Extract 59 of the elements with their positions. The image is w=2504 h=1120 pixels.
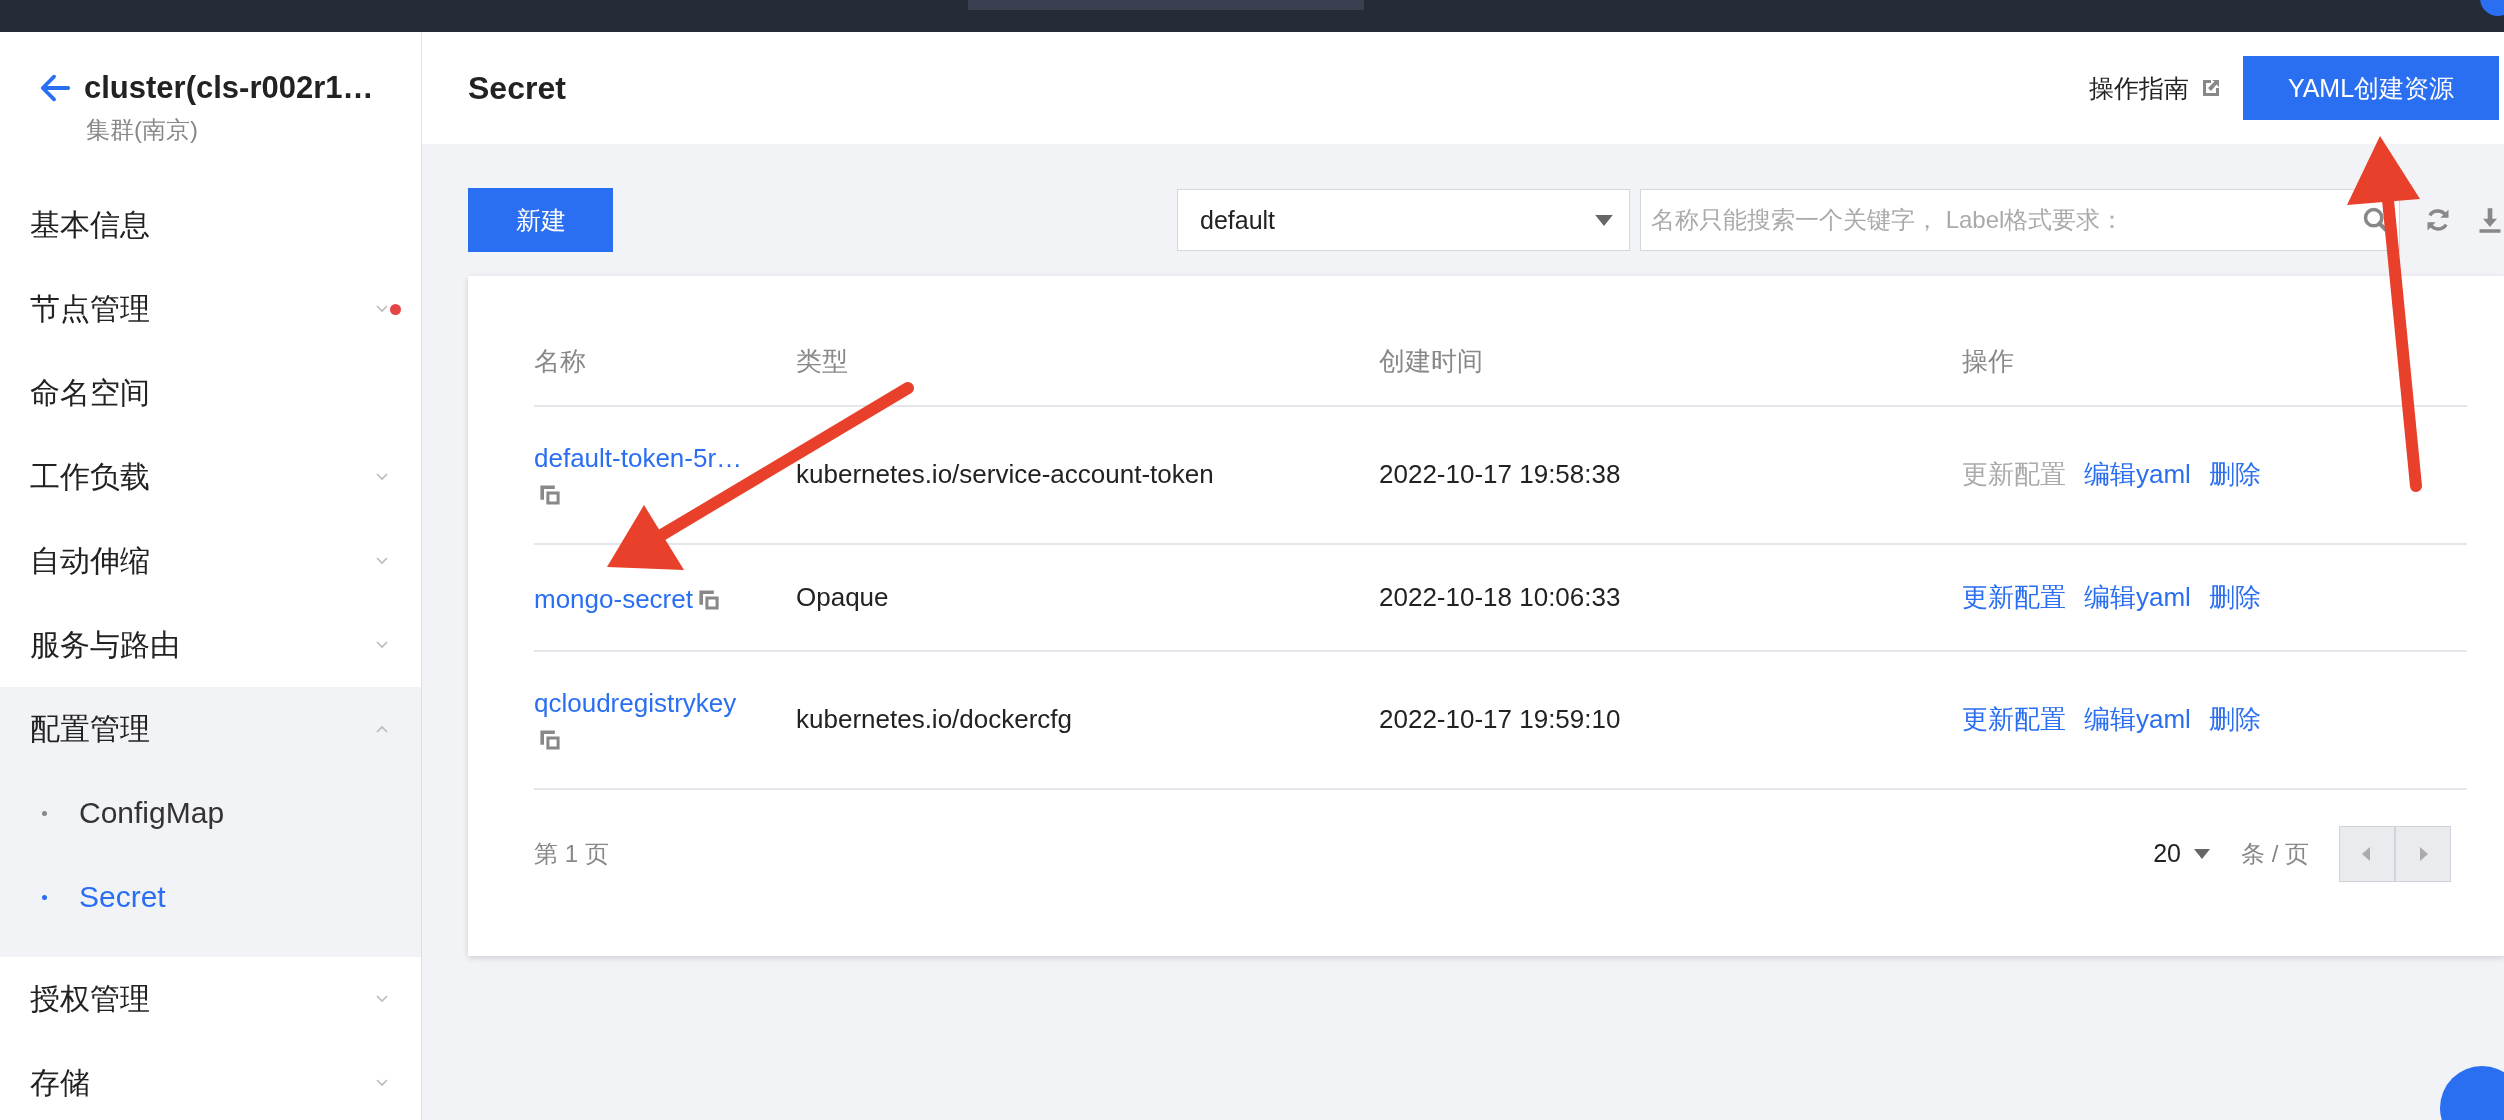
cluster-region: 集群(南京): [86, 115, 199, 145]
refresh-icon[interactable]: [2424, 206, 2452, 234]
sidebar-item[interactable]: 存储: [0, 1041, 421, 1120]
sidebar-item[interactable]: 配置管理: [0, 687, 421, 771]
external-link-icon[interactable]: [2201, 78, 2221, 98]
sidebar-item[interactable]: 工作负载: [0, 435, 421, 519]
chevron-icon: [375, 640, 389, 650]
per-page-label: 条 / 页: [2241, 838, 2309, 869]
yaml-create-button[interactable]: YAML创建资源: [2243, 56, 2499, 120]
sidebar-item[interactable]: 基本信息: [0, 183, 421, 267]
row-action-link[interactable]: 更新配置: [1962, 579, 2066, 615]
sidebar-item[interactable]: 命名空间: [0, 351, 421, 435]
cluster-title: cluster(cls-r002r1…: [84, 70, 374, 106]
sidebar-item[interactable]: 节点管理: [0, 267, 421, 351]
row-action-link[interactable]: 编辑yaml: [2084, 457, 2191, 493]
secret-name-link[interactable]: mongo-secret: [534, 583, 693, 614]
chevron-icon: [375, 1078, 389, 1088]
copy-icon[interactable]: [538, 727, 562, 752]
chevron-icon: [375, 994, 389, 1004]
right-triangle-icon: [2418, 846, 2428, 861]
chevron-icon: [375, 556, 389, 566]
chevron-icon: [375, 472, 389, 482]
table-cell-text: kubernetes.io/service-account-token: [796, 459, 1215, 491]
table-cell-text: 2022-10-17 19:58:38: [1379, 459, 1622, 491]
search-field[interactable]: 名称只能搜索一个关键字， Label格式要求：: [1640, 189, 2400, 251]
sidebar-item[interactable]: 自动伸缩: [0, 519, 421, 603]
table-cell-text: Opaque: [796, 581, 890, 613]
left-triangle-icon: [2362, 846, 2372, 861]
chevron-icon: [375, 724, 389, 734]
sidebar-subitem[interactable]: ConfigMap: [0, 771, 421, 855]
page-title: Secret: [468, 69, 566, 107]
page-number: 第 1 页: [534, 838, 609, 869]
secret-name-link[interactable]: default-token-5r…: [534, 443, 743, 473]
table-cell-text: kubernetes.io/dockercfg: [796, 704, 1074, 736]
table-cell-text: 2022-10-17 19:59:10: [1379, 704, 1622, 736]
caret-icon: [1595, 214, 1613, 226]
column-header: 类型: [796, 345, 849, 378]
copy-icon[interactable]: [538, 482, 562, 507]
row-action-link[interactable]: 删除: [2208, 702, 2261, 738]
column-header: 创建时间: [1379, 345, 1484, 378]
row-action-link[interactable]: 编辑yaml: [2084, 579, 2191, 615]
row-action-link[interactable]: 删除: [2208, 579, 2261, 615]
row-action-link[interactable]: 更新配置: [1962, 702, 2066, 738]
column-header: 名称: [534, 345, 587, 378]
row-action-link[interactable]: 删除: [2208, 457, 2261, 493]
new-button[interactable]: 新建: [468, 188, 613, 252]
caret-icon: [2193, 848, 2211, 859]
namespace-select[interactable]: default: [1177, 189, 1630, 251]
chevron-icon: [375, 304, 389, 314]
column-header: 操作: [1962, 345, 2015, 378]
secret-name-link[interactable]: qcloudregistrykey: [534, 688, 737, 718]
sidebar-subitem[interactable]: Secret: [0, 855, 421, 939]
sidebar-item[interactable]: 服务与路由: [0, 603, 421, 687]
sidebar-item[interactable]: 授权管理: [0, 957, 421, 1041]
copy-icon[interactable]: [696, 587, 721, 612]
guide-link[interactable]: 操作指南: [2089, 71, 2189, 105]
page-size-select[interactable]: 20: [2153, 839, 2211, 868]
table-cell-text: 2022-10-18 10:06:33: [1379, 581, 1622, 613]
row-action-link[interactable]: 编辑yaml: [2084, 702, 2191, 738]
